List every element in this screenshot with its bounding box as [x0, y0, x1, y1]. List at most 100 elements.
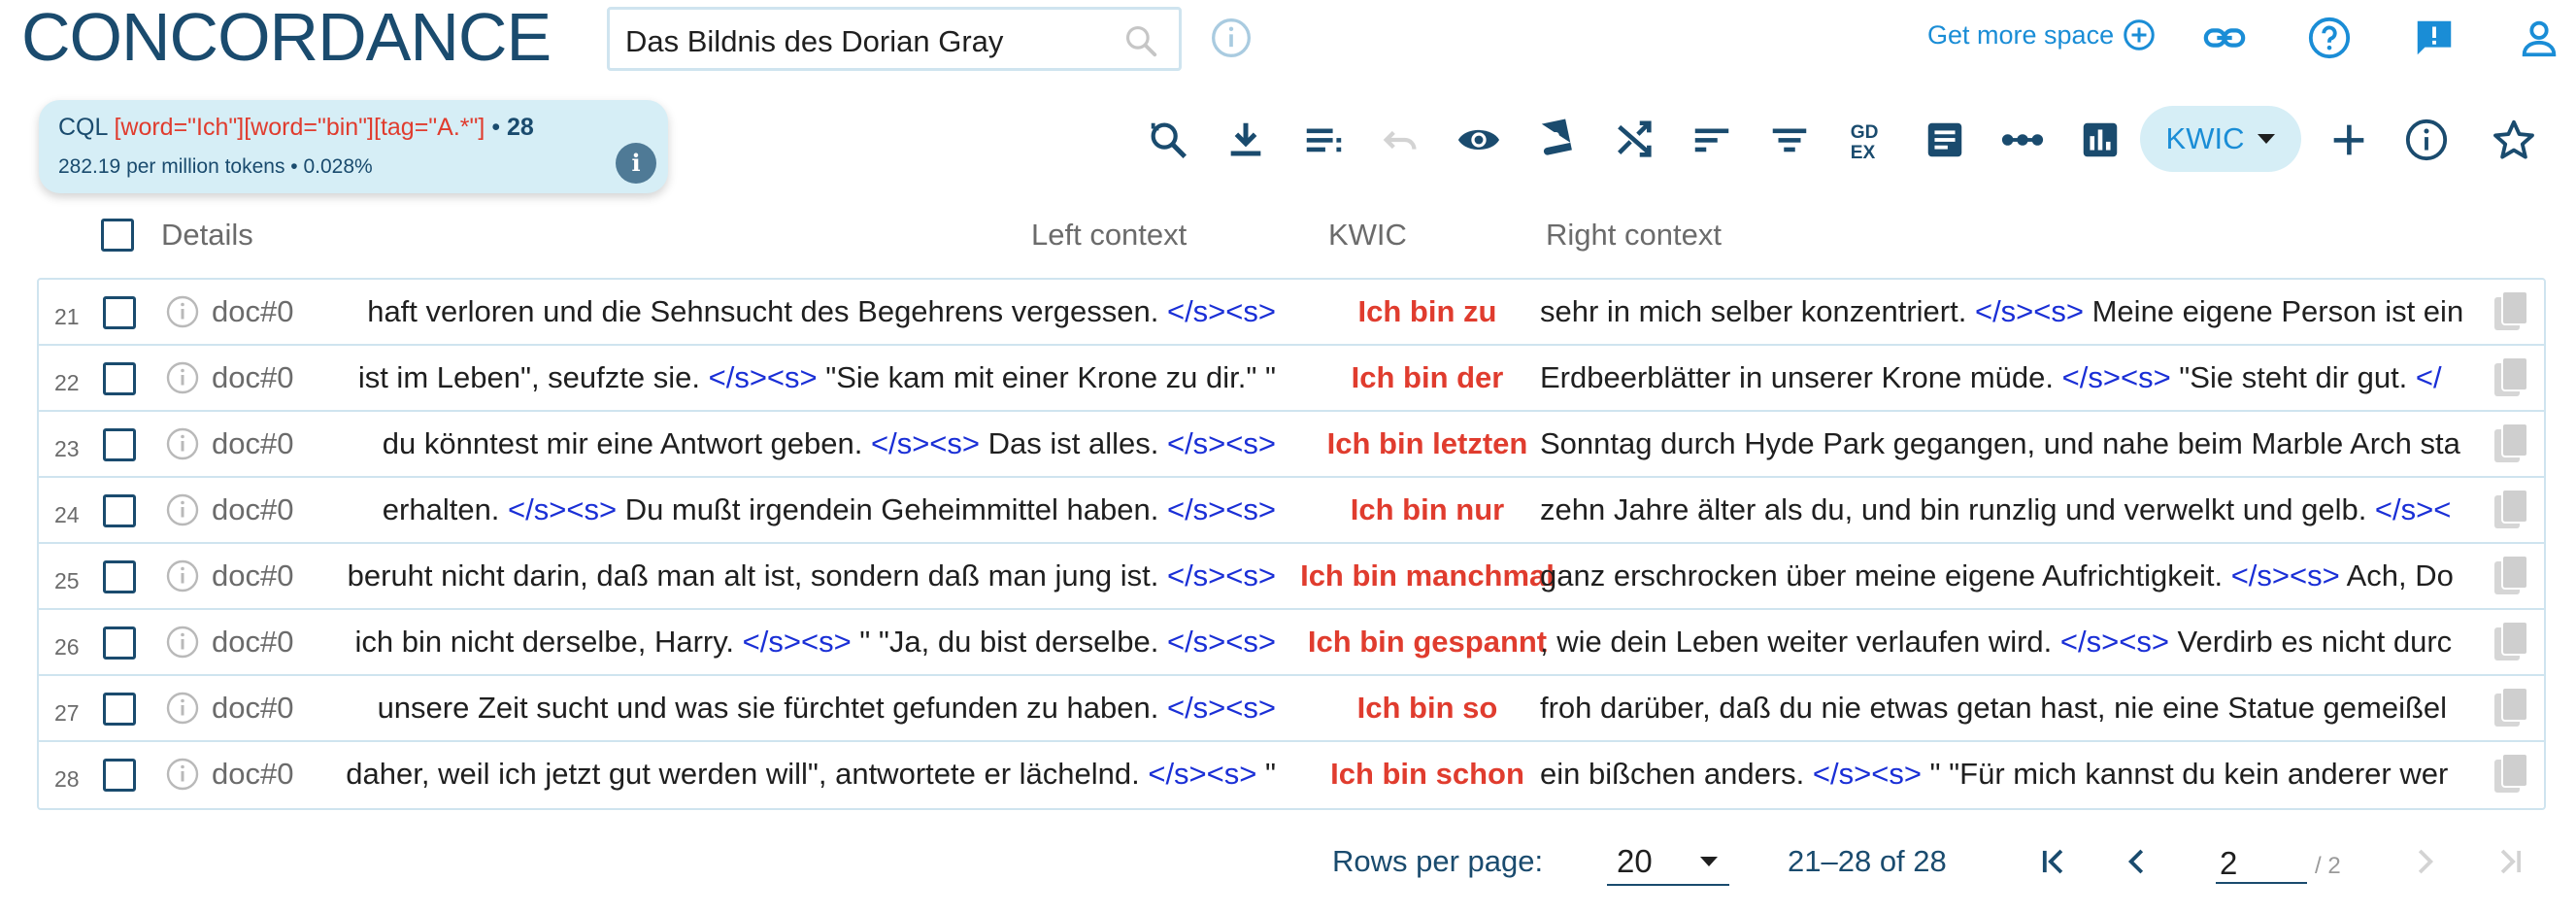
table-row[interactable]: 27 doc#0 unsere Zeit sucht und was sie für…: [39, 676, 2544, 742]
copy-icon[interactable]: [2492, 686, 2532, 732]
right-context[interactable]: , wie dein Leben weiter verlaufen wird. …: [1540, 625, 2474, 660]
collocations-icon[interactable]: [2000, 118, 2045, 162]
document-id[interactable]: doc#0: [212, 492, 293, 527]
search-icon[interactable]: [1122, 22, 1159, 59]
row-info-icon[interactable]: [165, 757, 200, 792]
sort-icon[interactable]: [1689, 118, 1734, 162]
context-text: du könntest mir eine Antwort geben.: [382, 426, 871, 460]
undo-icon[interactable]: [1379, 118, 1423, 162]
eye-icon[interactable]: [1456, 118, 1501, 162]
rows-per-page-select[interactable]: 20: [1607, 833, 1729, 886]
column-header-right-context[interactable]: Right context: [1546, 218, 1722, 253]
row-checkbox[interactable]: [103, 759, 136, 792]
row-checkbox[interactable]: [103, 626, 136, 660]
view-mode-dropdown[interactable]: KWIC: [2140, 106, 2301, 172]
left-context[interactable]: haft verloren und die Sehnsucht des Bege…: [295, 294, 1276, 329]
table-row[interactable]: 22 doc#0 ist im Leben", seufzte sie. </s><…: [39, 346, 2544, 412]
info-icon[interactable]: [2404, 118, 2449, 162]
select-all-checkbox[interactable]: [101, 219, 134, 252]
right-context[interactable]: zehn Jahre älter als du, und bin runzlig…: [1540, 492, 2474, 527]
structure-tag: </s><s>: [508, 492, 618, 526]
document-id[interactable]: doc#0: [212, 757, 293, 792]
list-icon[interactable]: [1301, 118, 1346, 162]
structure-tag: </s><s>: [1166, 426, 1276, 460]
feedback-icon[interactable]: [2412, 16, 2457, 60]
row-checkbox[interactable]: [103, 362, 136, 395]
copy-icon[interactable]: [2492, 620, 2532, 666]
context-text: Sonntag durch Hyde Park gegangen, und na…: [1540, 426, 2460, 460]
right-context[interactable]: Sonntag durch Hyde Park gegangen, und na…: [1540, 426, 2474, 461]
next-page-icon[interactable]: [2406, 843, 2443, 880]
row-info-icon[interactable]: [165, 360, 200, 395]
first-page-icon[interactable]: [2035, 843, 2072, 880]
gdex-icon[interactable]: GD EX: [1845, 118, 1890, 163]
help-icon[interactable]: [2307, 16, 2352, 60]
right-context[interactable]: sehr in mich selber konzentriert. </s><s…: [1540, 294, 2474, 329]
column-header-kwic[interactable]: KWIC: [1328, 218, 1407, 253]
document-id[interactable]: doc#0: [212, 559, 293, 593]
document-id[interactable]: doc#0: [212, 625, 293, 660]
get-more-space-button[interactable]: Get more space: [1927, 17, 2157, 52]
row-checkbox[interactable]: [103, 296, 136, 329]
row-info-icon[interactable]: [165, 426, 200, 461]
account-icon[interactable]: [2517, 16, 2561, 60]
document-id[interactable]: doc#0: [212, 691, 293, 726]
info-icon[interactable]: [1210, 17, 1253, 59]
corpus-search-field[interactable]: Das Bildnis des Dorian Gray: [607, 7, 1182, 71]
shuffle-icon[interactable]: [1612, 118, 1656, 162]
link-icon[interactable]: [2202, 16, 2247, 60]
table-row[interactable]: 26 doc#0 ich bin nicht derselbe, Harry. </…: [39, 610, 2544, 676]
left-context[interactable]: ist im Leben", seufzte sie. </s><s> "Sie…: [295, 360, 1276, 395]
left-context[interactable]: unsere Zeit sucht und was sie fürchtet g…: [295, 691, 1276, 726]
table-row[interactable]: 24 doc#0 erhalten. </s><s> Du mußt irgende…: [39, 478, 2544, 544]
column-header-details[interactable]: Details: [161, 218, 253, 253]
left-context[interactable]: erhalten. </s><s> Du mußt irgendein Gehe…: [295, 492, 1276, 527]
left-context[interactable]: daher, weil ich jetzt gut werden will", …: [295, 757, 1276, 792]
corpus-search-value: Das Bildnis des Dorian Gray: [625, 24, 1004, 58]
document-icon[interactable]: [1923, 118, 1967, 162]
copy-icon[interactable]: [2492, 289, 2532, 336]
copy-icon[interactable]: [2492, 488, 2532, 534]
table-row[interactable]: 28 doc#0 daher, weil ich jetzt gut werden …: [39, 742, 2544, 808]
chart-icon[interactable]: [2078, 118, 2123, 162]
document-id[interactable]: doc#0: [212, 360, 293, 395]
copy-icon[interactable]: [2492, 422, 2532, 468]
search-history-icon[interactable]: [1146, 118, 1190, 162]
row-checkbox[interactable]: [103, 560, 136, 593]
row-checkbox[interactable]: [103, 693, 136, 726]
page-number-input[interactable]: 2: [2216, 837, 2307, 884]
left-context[interactable]: du könntest mir eine Antwort geben. </s>…: [295, 426, 1276, 461]
right-context[interactable]: Erdbeerblätter in unserer Krone müde. </…: [1540, 360, 2474, 395]
filter-icon[interactable]: [1767, 118, 1812, 162]
table-row[interactable]: 21 doc#0 haft verloren und die Sehnsucht d…: [39, 280, 2544, 346]
table-row[interactable]: 23 doc#0 du könntest mir eine Antwort gebe…: [39, 412, 2544, 478]
right-context[interactable]: ein bißchen anders. </s><s> " "Für mich …: [1540, 757, 2474, 792]
copy-icon[interactable]: [2492, 752, 2532, 798]
plus-icon[interactable]: [2326, 118, 2371, 162]
row-info-icon[interactable]: [165, 691, 200, 726]
row-info-icon[interactable]: [165, 294, 200, 329]
app-logo[interactable]: CONCORDANCE: [21, 0, 552, 74]
document-id[interactable]: doc#0: [212, 294, 293, 329]
last-page-icon[interactable]: [2492, 843, 2528, 880]
row-info-icon[interactable]: [165, 625, 200, 660]
column-header-left-context[interactable]: Left context: [1031, 218, 1187, 253]
table-row[interactable]: 25 doc#0 beruht nicht darin, daß man alt i…: [39, 544, 2544, 610]
row-info-icon[interactable]: [165, 559, 200, 593]
svg-text:GD: GD: [1851, 122, 1879, 143]
star-icon[interactable]: [2492, 118, 2536, 162]
query-info-icon[interactable]: i: [616, 143, 656, 184]
left-context[interactable]: beruht nicht darin, daß man alt ist, son…: [295, 559, 1276, 593]
row-checkbox[interactable]: [103, 428, 136, 461]
document-id[interactable]: doc#0: [212, 426, 293, 461]
copy-icon[interactable]: [2492, 355, 2532, 402]
left-context[interactable]: ich bin nicht derselbe, Harry. </s><s> "…: [295, 625, 1276, 660]
row-checkbox[interactable]: [103, 494, 136, 527]
book-icon[interactable]: ?: [1534, 118, 1579, 162]
right-context[interactable]: froh darüber, daß du nie etwas getan has…: [1540, 691, 2474, 726]
download-icon[interactable]: [1223, 118, 1268, 162]
right-context[interactable]: ganz erschrocken über meine eigene Aufri…: [1540, 559, 2474, 593]
row-info-icon[interactable]: [165, 492, 200, 527]
previous-page-icon[interactable]: [2119, 843, 2156, 880]
copy-icon[interactable]: [2492, 554, 2532, 600]
